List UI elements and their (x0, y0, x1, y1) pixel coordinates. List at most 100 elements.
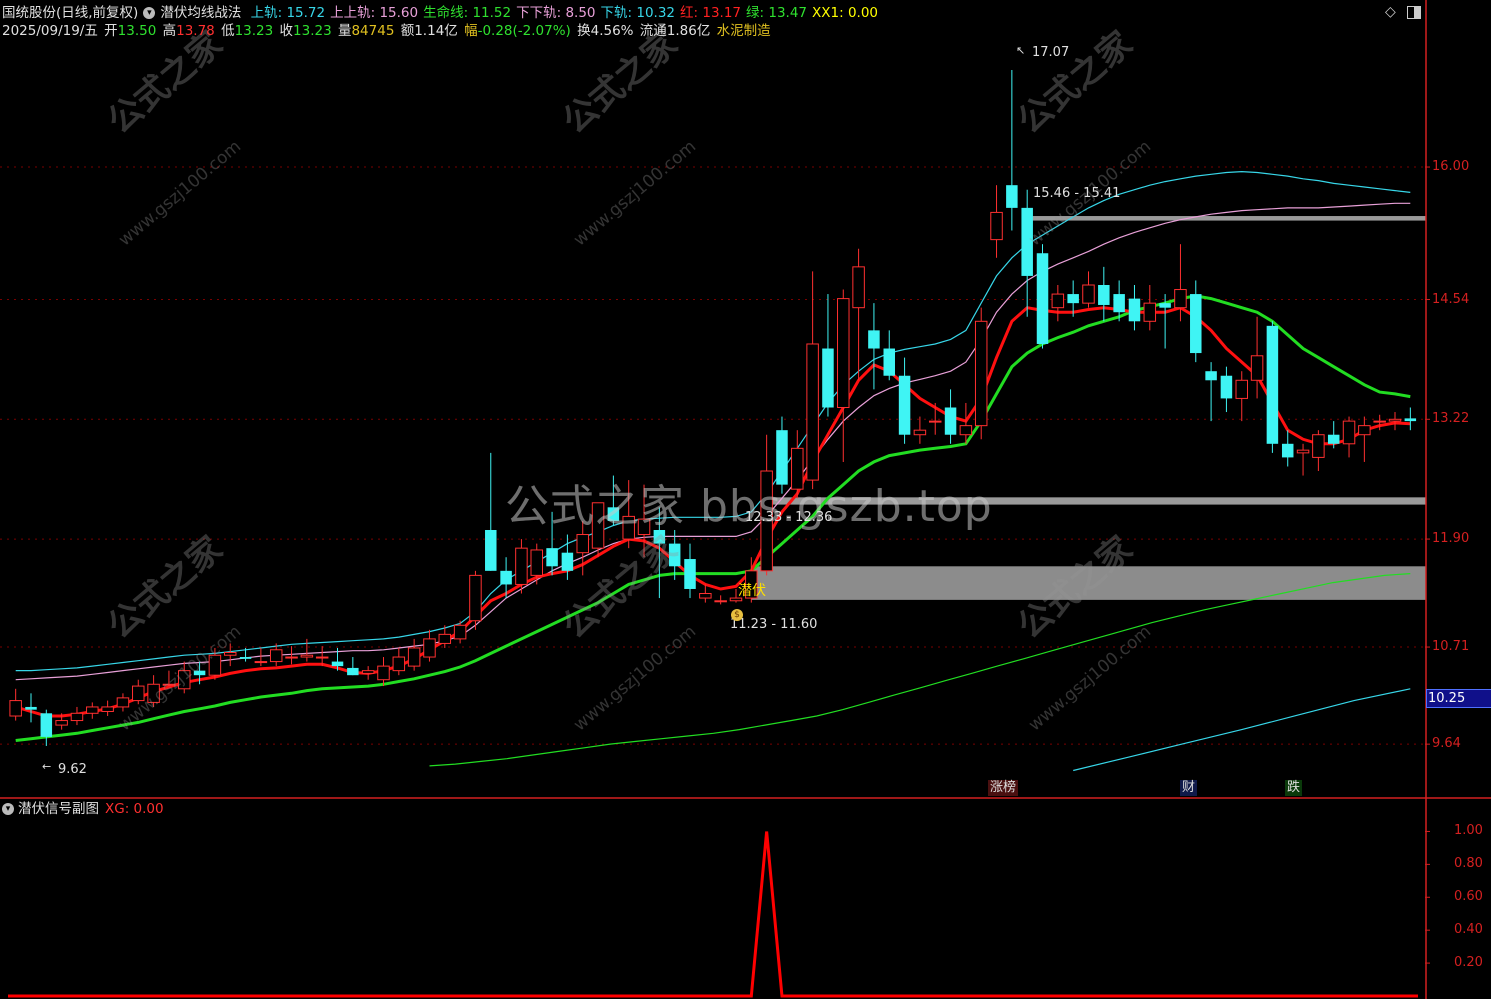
change-value: -0.28(-2.07%) (477, 23, 571, 39)
candle-body (377, 665, 390, 681)
lower-band-line (1073, 688, 1411, 772)
candle-body (1051, 293, 1065, 309)
amount-label: 额 (400, 23, 415, 39)
candle-body (116, 697, 130, 708)
candle-body (25, 706, 37, 710)
candle-body (1143, 302, 1157, 322)
candle (86, 702, 99, 719)
candle-body (1312, 434, 1325, 458)
candle-body (1067, 294, 1079, 304)
candle-body (822, 348, 834, 408)
amount-value: 1.14亿 (414, 23, 458, 39)
candle-body (868, 330, 880, 349)
indicator-name[interactable]: 潜伏均线战法 (160, 5, 241, 21)
high-label: 高 (162, 23, 177, 39)
candle (1266, 321, 1279, 453)
candle-body (1006, 185, 1018, 208)
change-label: 幅 (464, 23, 478, 39)
candle (9, 688, 22, 721)
candle-body (239, 657, 252, 659)
diamond-icon[interactable]: ◇ (1385, 4, 1396, 20)
indicator-field-5: 红: 13.17 (680, 5, 742, 21)
candle (714, 595, 727, 605)
zone-low-label: 11.23 - 11.60 (730, 617, 818, 632)
candle-body (315, 656, 329, 659)
candle-body (392, 656, 406, 672)
close-value: 13.23 (293, 23, 332, 39)
candle-body (1128, 298, 1141, 322)
indicator-field-6: 绿: 13.47 (746, 5, 808, 21)
candle-body (1205, 371, 1217, 381)
stock-label[interactable]: 国统股份(日线,前复权) (2, 5, 138, 21)
candle (347, 657, 359, 676)
sub-tick-label: 1.00 (1454, 823, 1483, 839)
candle-body (1327, 434, 1340, 444)
candle-body (101, 706, 114, 712)
candle (469, 570, 482, 630)
subchart-header: ▾ 潜伏信号副图 XG: 0.00 (2, 800, 164, 818)
candle (101, 700, 114, 717)
candle-body (469, 574, 482, 622)
event-tag-zhangbang[interactable]: 涨榜 (988, 780, 1019, 796)
sub-tick-label: 0.40 (1454, 922, 1483, 938)
candle-body (9, 700, 22, 717)
event-tag-die[interactable]: 跌 (1285, 780, 1303, 796)
candle (392, 647, 406, 676)
candle-body (1404, 418, 1417, 422)
candle (837, 289, 850, 462)
high-arrow-icon: ↖ (1016, 44, 1026, 57)
indicator-field-7: XX1: 0.00 (812, 5, 879, 21)
candle-body (223, 652, 237, 656)
candle (990, 185, 1003, 258)
candle-body (1098, 285, 1110, 305)
candle-body (438, 633, 452, 644)
close-label: 收 (279, 23, 294, 39)
candle (1296, 443, 1310, 476)
candle (852, 248, 865, 381)
subchart-toggle-icon[interactable]: ▾ (2, 803, 14, 815)
candle (1205, 362, 1217, 422)
candle (377, 657, 390, 687)
price-tick-label: 10.71 (1432, 639, 1470, 655)
candle (1051, 285, 1065, 322)
candle-body (1159, 303, 1171, 308)
candle (1312, 430, 1325, 472)
candle (25, 693, 37, 723)
indicator-header: 国统股份(日线,前复权) ▾ 潜伏均线战法 上轨: 15.72 上上轨: 15.60 生… (2, 4, 888, 22)
high-marker-label: 17.07 (1032, 45, 1070, 60)
candle (1281, 430, 1294, 467)
zone-mid-label: 12.33 - 12.36 (745, 510, 833, 525)
candle-body (423, 638, 436, 658)
indicator-toggle-icon[interactable]: ▾ (143, 7, 156, 19)
candle-body (714, 600, 727, 603)
price-tick-label: 16.00 (1432, 159, 1470, 175)
candle-body (806, 343, 819, 481)
candle-body (1296, 449, 1310, 454)
candle (822, 294, 834, 417)
candle-body (1342, 420, 1356, 445)
quote-bar: 2025/09/19/五 开13.50 高13.78 低13.23 收13.23… (2, 22, 773, 40)
candle (806, 271, 819, 490)
indicator-values: 上轨: 15.72 上上轨: 15.60 生命线: 11.52 下下轨: 8.50 下轨… (251, 5, 883, 21)
indicator-field-1: 上上轨: 15.60 (330, 5, 419, 21)
candle-body (944, 407, 957, 435)
candle (1235, 371, 1248, 422)
window-toggle-icon[interactable] (1407, 6, 1421, 19)
xg-value: XG: 0.00 (105, 801, 164, 817)
candle-body (684, 559, 696, 589)
industry-label[interactable]: 水泥制造 (717, 23, 771, 39)
candle (1358, 416, 1371, 462)
candle-body (561, 552, 574, 571)
candle-body (913, 429, 927, 436)
indicator-field-4: 下轨: 10.32 (600, 5, 676, 21)
candle-body (990, 211, 1003, 241)
candle-body (546, 548, 558, 567)
candle-body (515, 547, 528, 585)
candle (423, 629, 436, 662)
candle-body (331, 661, 344, 667)
current-price-tag: 10.25 (1426, 689, 1491, 708)
candle-body (1235, 379, 1248, 399)
candle-body (974, 320, 988, 427)
subchart-title[interactable]: 潜伏信号副图 (18, 801, 99, 817)
event-tag-cai[interactable]: 财 (1180, 780, 1198, 796)
